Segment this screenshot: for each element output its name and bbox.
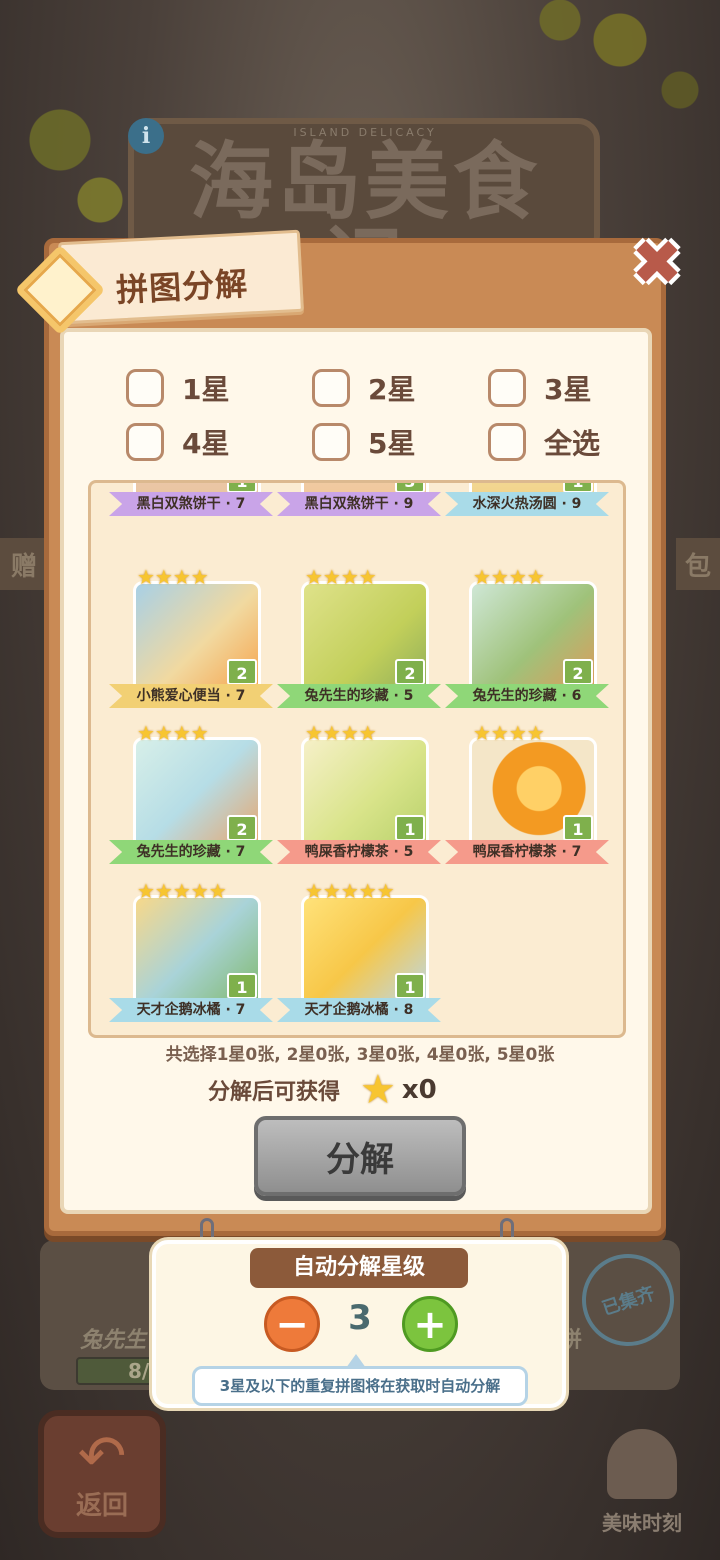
piece-name: 黑白双煞饼干 · 9 bbox=[277, 492, 441, 516]
star-rating: ★★★★ bbox=[137, 565, 209, 589]
back-label: 返回 bbox=[75, 1491, 128, 1521]
decrease-level-button[interactable]: − bbox=[264, 1296, 320, 1352]
puzzle-piece[interactable]: ★★★★★ 1 天才企鹅冰橘 · 8 bbox=[277, 881, 441, 1031]
piece-count: 2 bbox=[563, 659, 593, 685]
piece-name: 黑白双煞饼干 · 7 bbox=[109, 492, 273, 516]
selection-summary: 共选择1星0张, 2星0张, 3星0张, 4星0张, 5星0张 bbox=[165, 1045, 555, 1065]
piece-name: 鸭屎香柠檬茶 · 5 bbox=[277, 840, 441, 864]
puzzle-piece[interactable]: 1 水深火热汤圆 · 9 bbox=[445, 483, 609, 525]
back-arrow-icon: ↶ bbox=[77, 1422, 127, 1490]
piece-name: 兔先生的珍藏 · 5 bbox=[277, 684, 441, 708]
star-rating: ★★★★ bbox=[473, 721, 545, 745]
piece-count: 1 bbox=[563, 815, 593, 841]
puzzle-piece[interactable]: 1 黑白双煞饼干 · 7 bbox=[109, 483, 273, 525]
auto-decompose-level: 3 bbox=[348, 1298, 372, 1338]
auto-decompose-title: 自动分解星级 bbox=[250, 1248, 468, 1288]
star-rating: ★★★★ bbox=[305, 565, 377, 589]
piece-count: 1 bbox=[395, 973, 425, 999]
reward-count: x0 bbox=[401, 1075, 437, 1105]
puzzle-piece[interactable]: 3 黑白双煞饼干 · 9 bbox=[277, 483, 441, 525]
filter-5-star[interactable]: 5星 bbox=[312, 422, 415, 462]
close-icon[interactable]: ✖ bbox=[628, 232, 686, 294]
piece-name: 兔先生的珍藏 · 7 bbox=[109, 840, 273, 864]
star-rating: ★★★★ bbox=[473, 565, 545, 589]
back-button[interactable]: ↶ 返回 bbox=[38, 1410, 166, 1538]
side-tab-left[interactable]: 赠 bbox=[0, 538, 48, 590]
puzzle-piece[interactable]: ★★★★ 1 鸭屎香柠檬茶 · 7 bbox=[445, 723, 609, 873]
star-rating: ★★★★ bbox=[305, 721, 377, 745]
piece-name: 水深火热汤圆 · 9 bbox=[445, 492, 609, 516]
checkbox[interactable] bbox=[126, 423, 164, 461]
piece-name: 天才企鹅冰橘 · 7 bbox=[109, 998, 273, 1022]
filter-label: 5星 bbox=[368, 427, 416, 460]
star-rating: ★★★★★ bbox=[305, 879, 395, 903]
puzzle-piece[interactable]: ★★★★ 2 兔先生的珍藏 · 7 bbox=[109, 723, 273, 873]
filter-4-star[interactable]: 4星 bbox=[126, 422, 229, 462]
puzzle-piece-list[interactable]: 1 黑白双煞饼干 · 7 3 黑白双煞饼干 · 9 1 水深火热汤圆 · 9 ★… bbox=[88, 480, 626, 1038]
piece-name: 鸭屎香柠檬茶 · 7 bbox=[445, 840, 609, 864]
checkbox[interactable] bbox=[312, 423, 350, 461]
piece-count: 3 bbox=[395, 483, 425, 493]
tasty-moment-label: 美味时刻 bbox=[602, 1511, 682, 1535]
puzzle-piece[interactable]: ★★★★ 2 兔先生的珍藏 · 5 bbox=[277, 567, 441, 717]
reward-label: 分解后可获得 bbox=[208, 1080, 341, 1105]
piece-count: 2 bbox=[395, 659, 425, 685]
piece-count: 1 bbox=[395, 815, 425, 841]
star-rating: ★★★★★ bbox=[137, 879, 227, 903]
filter-3-star[interactable]: 3星 bbox=[488, 368, 591, 408]
filter-select-all[interactable]: 全选 bbox=[488, 422, 600, 462]
piece-name: 兔先生的珍藏 · 6 bbox=[445, 684, 609, 708]
background-card-name: 兔先生 bbox=[80, 1328, 147, 1353]
filter-1-star[interactable]: 1星 bbox=[126, 368, 229, 408]
auto-decompose-hint: 3星及以下的重复拼图将在获取时自动分解 bbox=[192, 1366, 528, 1406]
puzzle-piece[interactable]: ★★★★ 2 兔先生的珍藏 · 6 bbox=[445, 567, 609, 717]
puzzle-piece[interactable]: ★★★★ 2 小熊爱心便当 · 7 bbox=[109, 567, 273, 717]
piece-name: 小熊爱心便当 · 7 bbox=[109, 684, 273, 708]
piece-count: 1 bbox=[227, 973, 257, 999]
filter-label: 1星 bbox=[182, 373, 230, 406]
puzzle-piece[interactable]: ★★★★★ 1 天才企鹅冰橘 · 7 bbox=[109, 881, 273, 1031]
decompose-button[interactable]: 分解 bbox=[254, 1116, 466, 1196]
tasty-moment-button[interactable]: 美味时刻 bbox=[586, 1410, 698, 1536]
cake-icon bbox=[607, 1429, 677, 1499]
checkbox[interactable] bbox=[488, 423, 526, 461]
reward-preview: 分解后可获得 ★ x0 bbox=[208, 1070, 437, 1110]
dialog-title: 拼图分解 bbox=[115, 264, 250, 310]
piece-count: 2 bbox=[227, 815, 257, 841]
checkbox[interactable] bbox=[312, 369, 350, 407]
piece-name: 天才企鹅冰橘 · 8 bbox=[277, 998, 441, 1022]
checkbox[interactable] bbox=[488, 369, 526, 407]
filter-label: 全选 bbox=[544, 427, 601, 460]
puzzle-piece[interactable]: ★★★★ 1 鸭屎香柠檬茶 · 5 bbox=[277, 723, 441, 873]
filter-label: 3星 bbox=[544, 373, 592, 406]
side-tab-right[interactable]: 包 bbox=[676, 538, 720, 590]
increase-level-button[interactable]: + bbox=[402, 1296, 458, 1352]
star-rating: ★★★★ bbox=[137, 721, 209, 745]
checkbox[interactable] bbox=[126, 369, 164, 407]
filter-label: 4星 bbox=[182, 427, 230, 460]
piece-count: 2 bbox=[227, 659, 257, 685]
filter-2-star[interactable]: 2星 bbox=[312, 368, 415, 408]
piece-count: 1 bbox=[563, 483, 593, 493]
info-icon[interactable]: i bbox=[128, 118, 164, 154]
filter-label: 2星 bbox=[368, 373, 416, 406]
piece-count: 1 bbox=[227, 483, 257, 493]
star-icon: ★ bbox=[360, 1067, 396, 1113]
